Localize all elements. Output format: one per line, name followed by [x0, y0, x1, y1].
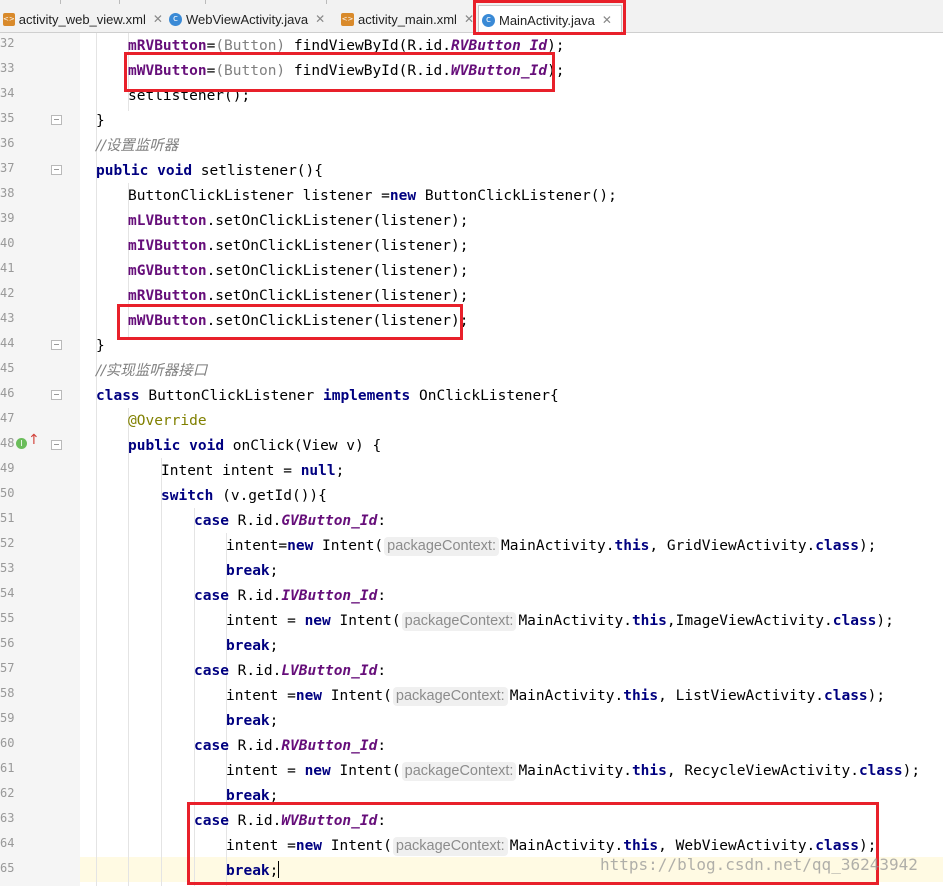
- code-comment-45: //实现监听器接口: [96, 363, 208, 379]
- line-number: 39: [0, 211, 15, 225]
- java-class-icon: c: [169, 12, 182, 26]
- line-number: 61: [0, 761, 15, 775]
- tab-activity-web-view-xml[interactable]: <> activity_web_view.xml ✕: [0, 6, 163, 32]
- line-number: 35: [0, 111, 15, 125]
- code-line-49: Intent intent = null;: [161, 463, 345, 479]
- code-line-39: mLVButton.setOnClickListener(listener);: [128, 213, 469, 229]
- highlight-box-active-tab: [473, 0, 626, 35]
- line-number: 54: [0, 586, 15, 600]
- watermark-text: https://blog.csdn.net/qq_36243942: [600, 855, 918, 874]
- code-line-50: switch (v.getId()){: [161, 488, 327, 504]
- line-number: 43: [0, 311, 15, 325]
- fold-marker[interactable]: [51, 440, 62, 450]
- line-number: 52: [0, 536, 15, 550]
- tab-label: activity_main.xml: [357, 11, 457, 27]
- editor-gutter: 32 33 34 35 36 37 38 39 40 41 42 43 44 4…: [0, 33, 80, 886]
- line-number: 53: [0, 561, 15, 575]
- code-line-54: case R.id.IVButton_Id:: [194, 588, 387, 604]
- parameter-hint: packageContext:: [401, 762, 517, 781]
- close-icon[interactable]: ✕: [153, 12, 163, 26]
- line-number: 63: [0, 811, 15, 825]
- code-line-35: }: [96, 113, 105, 129]
- tab-bar-top-edge: [60, 0, 120, 4]
- line-number: 65: [0, 861, 15, 875]
- highlight-box-mwvbutton-findview: [124, 52, 555, 92]
- line-number: 62: [0, 786, 15, 800]
- code-line-51: case R.id.GVButton_Id:: [194, 513, 387, 529]
- code-line-55: intent = new Intent(packageContext: MainA…: [226, 612, 894, 631]
- line-number: 60: [0, 736, 15, 750]
- fold-marker[interactable]: [51, 340, 62, 350]
- fold-marker[interactable]: [51, 390, 62, 400]
- code-line-46: class ButtonClickListener implements OnC…: [96, 388, 559, 404]
- line-number: 42: [0, 286, 15, 300]
- parameter-hint: packageContext:: [384, 537, 499, 556]
- line-number: 40: [0, 236, 15, 250]
- code-line-58: intent =new Intent(packageContext: MainAc…: [226, 687, 886, 706]
- code-annotation-47: @Override: [128, 413, 207, 429]
- line-number: 58: [0, 686, 15, 700]
- fold-marker[interactable]: [51, 115, 62, 125]
- code-line-38: ButtonClickListener listener =new Button…: [128, 188, 617, 204]
- line-number: 56: [0, 636, 15, 650]
- line-number: 57: [0, 661, 15, 675]
- fold-marker[interactable]: [51, 165, 62, 175]
- line-number: 32: [0, 36, 15, 50]
- code-editor[interactable]: mRVButton=(Button) findViewById(R.id.RVB…: [80, 33, 943, 886]
- line-number: 34: [0, 86, 15, 100]
- xml-file-icon: <>: [341, 12, 354, 26]
- tab-label: activity_web_view.xml: [18, 11, 146, 27]
- line-number: 49: [0, 461, 15, 475]
- go-to-super-arrow-icon[interactable]: ↑: [28, 432, 40, 448]
- editor-tab-bar: <> activity_web_view.xml ✕ c WebViewActi…: [0, 0, 943, 34]
- code-line-61: intent = new Intent(packageContext: MainA…: [226, 762, 921, 781]
- parameter-hint: packageContext:: [392, 687, 508, 706]
- code-line-44: }: [96, 338, 105, 354]
- code-line-56: break;: [226, 638, 279, 654]
- line-number: 44: [0, 336, 15, 350]
- code-comment-36: //设置监听器: [96, 138, 179, 154]
- line-number: 51: [0, 511, 15, 525]
- code-line-37: public void setlistener(){: [96, 163, 323, 179]
- line-number: 47: [0, 411, 15, 425]
- line-number: 38: [0, 186, 15, 200]
- code-line-60: case R.id.RVButton_Id:: [194, 738, 387, 754]
- xml-file-icon: <>: [3, 12, 15, 26]
- highlight-box-mwvbutton-listener: [117, 304, 463, 340]
- code-line-41: mGVButton.setOnClickListener(listener);: [128, 263, 469, 279]
- line-number: 59: [0, 711, 15, 725]
- tab-webviewactivity-java[interactable]: c WebViewActivity.java ✕: [166, 6, 332, 32]
- line-number: 37: [0, 161, 15, 175]
- tab-bar-top-edge: [205, 0, 327, 4]
- indent-guide: [161, 458, 162, 886]
- line-number: 36: [0, 136, 15, 150]
- indent-guide: [128, 408, 129, 886]
- line-number: 45: [0, 361, 15, 375]
- line-number: 48: [0, 436, 15, 450]
- code-line-48: public void onClick(View v) {: [128, 438, 382, 454]
- line-number: 50: [0, 486, 15, 500]
- line-number: 33: [0, 61, 15, 75]
- code-line-57: case R.id.LVButton_Id:: [194, 663, 387, 679]
- implements-method-icon[interactable]: I: [16, 438, 27, 449]
- line-number: 55: [0, 611, 15, 625]
- code-line-53: break;: [226, 563, 279, 579]
- line-number: 46: [0, 386, 15, 400]
- line-number: 64: [0, 836, 15, 850]
- code-line-59: break;: [226, 713, 279, 729]
- code-line-52: intent=new Intent(packageContext: MainAct…: [226, 537, 877, 556]
- code-line-40: mIVButton.setOnClickListener(listener);: [128, 238, 469, 254]
- line-number: 41: [0, 261, 15, 275]
- parameter-hint: packageContext:: [401, 612, 517, 631]
- close-icon[interactable]: ✕: [315, 12, 325, 26]
- tab-label: WebViewActivity.java: [186, 11, 309, 27]
- tab-activity-main-xml[interactable]: <> activity_main.xml ✕: [338, 6, 474, 32]
- code-line-42: mRVButton.setOnClickListener(listener);: [128, 288, 469, 304]
